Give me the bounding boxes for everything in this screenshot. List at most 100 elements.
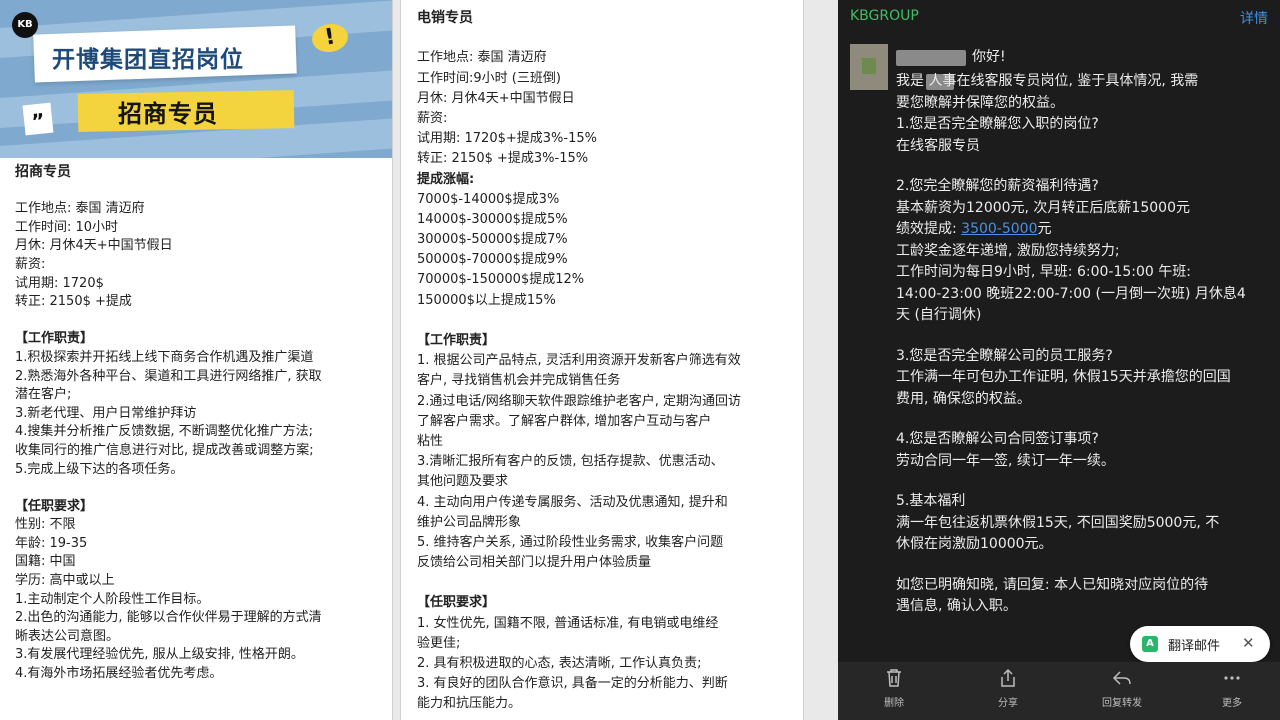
text-line: 3.清晰汇报所有客户的反馈, 包括存提款、优惠活动、 (417, 454, 724, 470)
text-line: 粘性 (417, 433, 444, 449)
text-line: 1.积极探索并开拓线上线下商务合作机遇及推广渠道 (15, 349, 314, 365)
text-line: 国籍: 中国 (15, 554, 76, 570)
details-link[interactable]: 详情 (1240, 8, 1268, 28)
text-line: 2.您完全瞭解您的薪资福利待遇? (896, 178, 1099, 194)
email-body: 我是 人事在线客服专员岗位, 鉴于具体情况, 我需 要您瞭解并保障您的权益。 1.您… (896, 71, 1246, 618)
text-line: 1.主动制定个人阶段性工作目标。 (15, 591, 210, 607)
text-line: 收集同行的推广信息进行对比, 提成改善或调整方案; (15, 442, 314, 458)
more-label: 更多 (1222, 698, 1242, 709)
text-line: 【工作职责】 (15, 331, 94, 347)
text-line: 工龄奖金逐年递增, 激励您持续努力; (896, 242, 1120, 259)
more-icon (1202, 668, 1262, 692)
text-line: 如您已明确知晓, 请回复: 本人已知晓对应岗位的待 (896, 576, 1209, 593)
delete-label: 删除 (884, 698, 904, 709)
text-line: 月休: 月休4天+中国节假日 (417, 90, 575, 106)
text-line: 3.新老代理、用户日常维护拜访 (15, 405, 197, 421)
text-line: 150000$以上提成15% (417, 292, 556, 308)
text-line: 3. 有良好的团队合作意识, 具备一定的分析能力、判断 (417, 676, 728, 692)
job-description: 电销专员工作地点: 泰国 清迈府 工作时间:9小时 (三班倒) 月休: 月休4天+中… (417, 8, 741, 715)
text-line: 70000$-150000$提成12% (417, 272, 585, 288)
text-line: 劳动合同一年一签, 续订一年一续。 (896, 452, 1115, 469)
text-line: 4. 主动向用户传递专属服务、活动及优惠通知, 提升和 (417, 494, 728, 510)
text-line: 工作地点: 泰国 清迈府 (15, 201, 145, 217)
text-line: 试用期: 1720$+提成3%-15% (417, 131, 597, 147)
text-line: 要您瞭解并保障您的权益。 (896, 94, 1064, 111)
email-toolbar: 删除 分享 回复转发 更多 (838, 662, 1280, 720)
text-line: 4.您是否瞭解公司合同签订事项? (896, 431, 1099, 447)
reply-forward-label: 回复转发 (1102, 698, 1142, 709)
more-button[interactable]: 更多 (1202, 668, 1262, 709)
text-line: 能力和抗压能力。 (417, 696, 522, 712)
reply-icon (1092, 668, 1152, 692)
text-line: 1. 女性优先, 国籍不限, 普通话标准, 有电销或电维经 (417, 615, 719, 631)
translate-icon: A (1142, 636, 1158, 652)
share-icon (978, 668, 1038, 692)
banner-headline: 开博集团直招岗位 (52, 47, 244, 73)
job-description: 招商专员 工作地点: 泰国 清迈府 工作时间: 10小时 月休: 月休4天+中国节假日… (15, 163, 322, 684)
text-line: 5.基本福利 (896, 493, 966, 509)
text-line: 4.有海外市场拓展经验者优先考虑。 (15, 666, 223, 682)
avatar-image (862, 58, 876, 74)
text-line: 【任职要求】 (417, 595, 496, 611)
text-line: 维护公司品牌形象 (417, 514, 522, 530)
email-header: KBGROUP 详情 (838, 0, 1280, 34)
text-line: 1. 根据公司产品特点, 灵活利用资源开发新客户筛选有效 (417, 353, 741, 369)
text-line: 遇信息, 确认入职。 (896, 598, 1017, 614)
text-line: 工作时间:9小时 (三班倒) (417, 70, 561, 86)
text-line: 性别: 不限 (15, 517, 76, 533)
text-line: 试用期: 1720$ (15, 275, 104, 291)
text-line: 客户, 寻找销售机会并完成销售任务 (417, 373, 621, 389)
trash-icon (864, 668, 924, 692)
recruit-card-telesales: 电销专员工作地点: 泰国 清迈府 工作时间:9小时 (三班倒) 月休: 月休4天+中… (400, 0, 804, 720)
close-icon[interactable]: ✕ (1242, 634, 1255, 652)
text-line: 其他问题及要求 (417, 474, 509, 490)
redacted-name (896, 50, 966, 66)
text-line: 30000$-50000$提成7% (417, 232, 568, 248)
text-line: 7000$-14000$提成3% (417, 191, 560, 207)
text-line: 2.通过电话/网络聊天软件跟踪维护老客户, 定期沟通回访 (417, 393, 742, 409)
banner-subheadline: 招商专员 (118, 100, 218, 128)
text-line: 薪资: (417, 110, 448, 126)
text-line: 天 (自行调休) (896, 307, 982, 323)
text-segment: 元 (1037, 221, 1052, 237)
text-segment: 绩效提成: (896, 221, 962, 237)
delete-button[interactable]: 删除 (864, 668, 924, 709)
text-line: 费用, 确保您的权益。 (896, 390, 1031, 407)
text-line: 3.您是否完全瞭解公司的员工服务? (896, 347, 1113, 364)
text-line: 2. 具有积极进取的心态, 表达清晰, 工作认真负责; (417, 656, 702, 671)
text-line: 5.完成上级下达的各项任务。 (15, 461, 184, 477)
text-line: 5. 维持客户关系, 通过阶段性业务需求, 收集客户问题 (417, 534, 724, 550)
recruit-banner: KB 开博集团直招岗位 ! ” 招商专员 (0, 0, 392, 158)
text-line: 工作时间: 10小时 (15, 219, 119, 235)
share-label: 分享 (998, 698, 1018, 709)
translate-email-button[interactable]: A 翻译邮件 ✕ (1130, 626, 1270, 662)
commission-link[interactable]: 3500-5000 (961, 221, 1037, 237)
text-line: 年龄: 19-35 (15, 535, 88, 551)
text-line: 薪资: (15, 256, 46, 272)
share-button[interactable]: 分享 (978, 668, 1038, 709)
reply-forward-button[interactable]: 回复转发 (1092, 668, 1152, 709)
email-view: KBGROUP 详情 你好! 我是 人事在线客服专员岗位, 鉴于具体情况, 我需… (838, 0, 1280, 720)
sender-name[interactable]: KBGROUP (850, 8, 919, 24)
text-line: 晰表达公司意图。 (15, 628, 120, 644)
text-line: 绩效提成: 3500-5000元 (896, 219, 1246, 241)
text-line: 1.您是否完全瞭解您入职的岗位? (896, 116, 1099, 132)
text-line: 了解客户需求。了解客户群体, 增加客户互动与客户 (417, 413, 712, 429)
text-line: 【任职要求】 (15, 498, 94, 514)
text-line: 满一年包往返机票休假15天, 不回国奖励5000元, 不 (896, 514, 1220, 531)
text-line: 电销专员 (417, 10, 473, 26)
quote-icon: ” (22, 102, 54, 136)
text-line: 14:00-23:00 晚班22:00-7:00 (一月倒一次班) 月休息4 (896, 285, 1246, 302)
text-line: 学历: 高中或以上 (15, 573, 115, 589)
text-line: 我是 人事在线客服专员岗位, 鉴于具体情况, 我需 (896, 73, 1199, 89)
text-line: 工作地点: 泰国 清迈府 (417, 50, 547, 66)
text-line: 2.熟悉海外各种平台、渠道和工具进行网络推广, 获取 (15, 368, 322, 384)
